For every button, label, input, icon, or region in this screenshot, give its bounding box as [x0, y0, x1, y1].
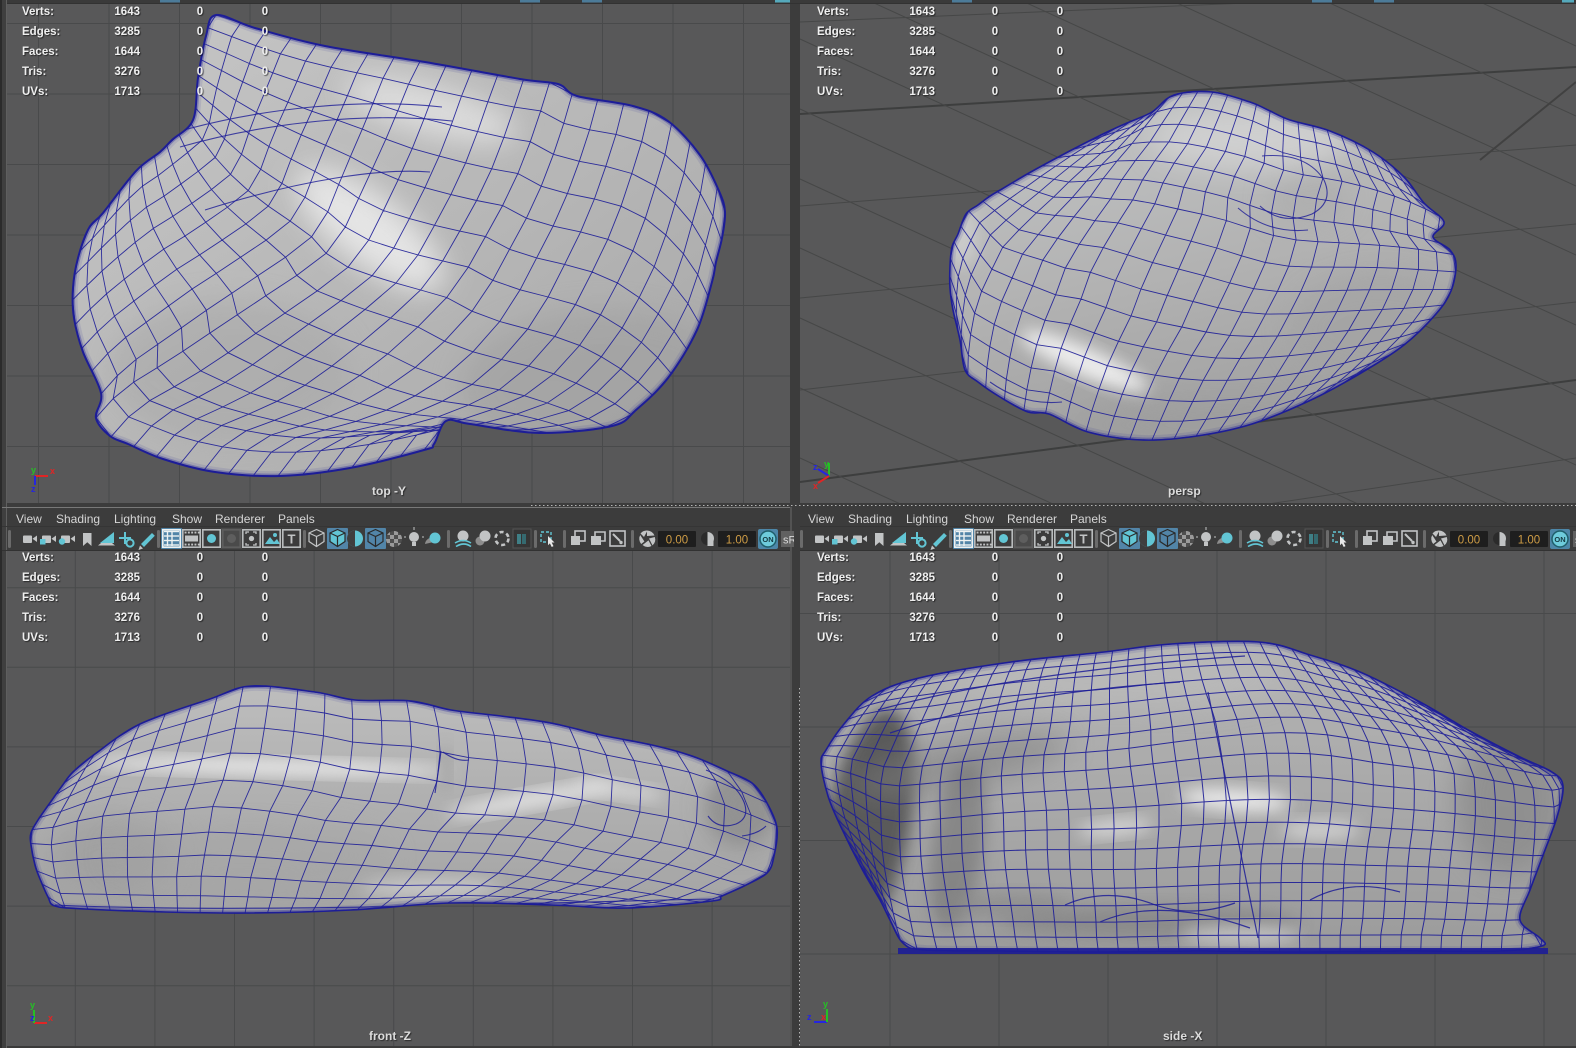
svg-text:0.00: 0.00: [666, 535, 688, 547]
svg-text:z: z: [31, 484, 36, 494]
svg-text:x: x: [821, 1012, 826, 1022]
svg-text:ON: ON: [762, 535, 773, 544]
svg-text:x: x: [50, 466, 55, 476]
svg-text:T: T: [1080, 532, 1088, 547]
svg-text:y: y: [30, 1001, 35, 1010]
svg-text:ON: ON: [1554, 535, 1565, 544]
svg-text:y: y: [823, 1000, 828, 1009]
svg-text:x: x: [48, 1013, 53, 1023]
svg-text:y: y: [31, 465, 36, 475]
svg-text:1.00: 1.00: [1518, 535, 1540, 547]
svg-text:1.00: 1.00: [726, 535, 748, 547]
svg-text:z: z: [30, 1013, 35, 1023]
svg-text:y: y: [824, 460, 829, 469]
svg-text:0.00: 0.00: [1458, 535, 1480, 547]
svg-text:sR: sR: [783, 535, 794, 547]
svg-text:x: x: [813, 481, 818, 491]
svg-text:z: z: [813, 462, 818, 472]
svg-text:T: T: [288, 532, 296, 547]
svg-text:z: z: [807, 1012, 812, 1022]
